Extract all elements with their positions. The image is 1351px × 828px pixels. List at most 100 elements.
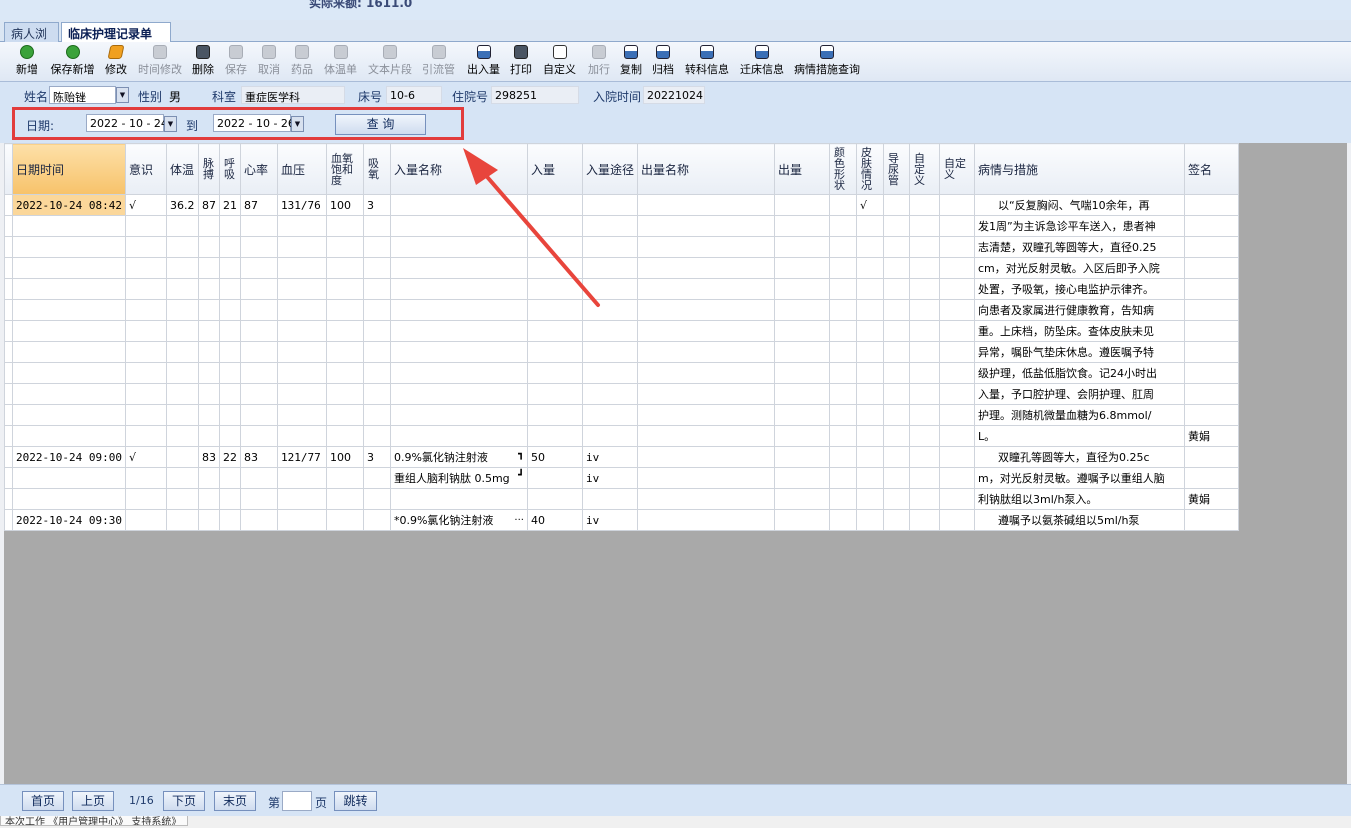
column-header[interactable]: 血压 bbox=[276, 143, 327, 195]
table-cell[interactable] bbox=[218, 257, 241, 279]
table-cell[interactable] bbox=[526, 383, 583, 405]
toolbar-button-10[interactable]: 引流管 bbox=[421, 45, 456, 79]
table-cell[interactable]: 40 bbox=[526, 509, 583, 531]
row-gutter[interactable] bbox=[4, 215, 13, 237]
table-cell[interactable] bbox=[526, 320, 583, 342]
column-header[interactable]: 心率 bbox=[239, 143, 278, 195]
column-header[interactable]: 血氧饱和度 bbox=[325, 143, 364, 195]
row-gutter[interactable] bbox=[4, 278, 13, 300]
table-cell[interactable] bbox=[197, 215, 220, 237]
toolbar-button-19[interactable]: 病情措施查询 bbox=[794, 45, 860, 79]
table-cell[interactable] bbox=[882, 320, 910, 342]
table-cell[interactable] bbox=[389, 299, 528, 321]
table-row[interactable]: cm，对光反射灵敏。入区后即予入院 bbox=[4, 257, 1239, 279]
table-cell[interactable] bbox=[908, 194, 940, 216]
table-cell[interactable] bbox=[124, 257, 167, 279]
table-cell[interactable] bbox=[325, 236, 364, 258]
table-cell[interactable] bbox=[828, 425, 857, 447]
table-cell[interactable] bbox=[828, 215, 857, 237]
table-cell[interactable] bbox=[882, 383, 910, 405]
table-cell[interactable] bbox=[12, 488, 126, 510]
table-cell[interactable] bbox=[828, 278, 857, 300]
condition-note-cell[interactable]: cm，对光反射灵敏。入区后即予入院 bbox=[973, 257, 1185, 279]
table-cell[interactable] bbox=[636, 278, 775, 300]
table-cell[interactable]: 2022-10-24 09:00 bbox=[12, 446, 126, 468]
table-cell[interactable] bbox=[218, 320, 241, 342]
toolbar-button-1[interactable]: 保存新增 bbox=[50, 45, 95, 79]
signature-cell[interactable] bbox=[1183, 194, 1239, 216]
table-cell[interactable] bbox=[855, 236, 884, 258]
table-row[interactable]: 2022-10-24 09:30... *0.9%氯化钠注射液 40 iv 遵嘱予以氨茶… bbox=[4, 509, 1239, 531]
table-cell[interactable] bbox=[165, 320, 199, 342]
table-cell[interactable] bbox=[855, 257, 884, 279]
table-cell[interactable] bbox=[636, 341, 775, 363]
table-cell[interactable] bbox=[882, 194, 910, 216]
table-cell[interactable] bbox=[908, 383, 940, 405]
table-cell[interactable] bbox=[908, 320, 940, 342]
table-cell[interactable] bbox=[773, 194, 830, 216]
table-cell[interactable] bbox=[526, 488, 583, 510]
table-cell[interactable] bbox=[526, 236, 583, 258]
toolbar-button-3[interactable]: 时间修改 bbox=[137, 45, 183, 79]
table-row[interactable]: 2022-10-24 08:42 √ 36.2 87 21 87 131/76 100 3 √ 以“… bbox=[4, 194, 1239, 216]
column-header[interactable]: 颜色形状 bbox=[828, 143, 857, 195]
toolbar-button-12[interactable]: 打印 bbox=[509, 45, 533, 79]
table-cell[interactable] bbox=[124, 341, 167, 363]
table-cell[interactable] bbox=[938, 194, 975, 216]
table-cell[interactable] bbox=[124, 467, 167, 489]
table-cell[interactable] bbox=[239, 467, 278, 489]
table-cell[interactable] bbox=[636, 467, 775, 489]
row-gutter[interactable] bbox=[4, 320, 13, 342]
toolbar-button-14[interactable]: 加行 bbox=[587, 45, 611, 79]
table-cell[interactable] bbox=[276, 488, 327, 510]
table-cell[interactable] bbox=[276, 425, 327, 447]
signature-cell[interactable] bbox=[1183, 257, 1239, 279]
table-cell[interactable] bbox=[325, 341, 364, 363]
table-cell[interactable] bbox=[526, 362, 583, 384]
row-gutter[interactable] bbox=[4, 425, 13, 447]
table-cell[interactable] bbox=[581, 257, 638, 279]
table-cell[interactable] bbox=[938, 383, 975, 405]
table-cell[interactable] bbox=[882, 488, 910, 510]
table-row[interactable]: 志清楚，双瞳孔等圆等大，直径0.25 bbox=[4, 236, 1239, 258]
condition-note-cell[interactable]: 遵嘱予以氨茶碱组以5ml/h泵 bbox=[973, 509, 1185, 531]
table-cell[interactable] bbox=[218, 362, 241, 384]
name-dropdown-icon[interactable]: ▼ bbox=[116, 87, 129, 103]
signature-cell[interactable] bbox=[1183, 404, 1239, 426]
table-cell[interactable] bbox=[325, 215, 364, 237]
table-cell[interactable] bbox=[239, 488, 278, 510]
table-cell[interactable] bbox=[636, 488, 775, 510]
table-cell[interactable] bbox=[882, 404, 910, 426]
table-cell[interactable] bbox=[197, 362, 220, 384]
table-cell[interactable] bbox=[362, 278, 391, 300]
table-cell[interactable] bbox=[855, 278, 884, 300]
table-cell[interactable] bbox=[165, 488, 199, 510]
table-cell[interactable] bbox=[855, 488, 884, 510]
table-cell[interactable] bbox=[124, 215, 167, 237]
table-cell[interactable] bbox=[581, 278, 638, 300]
table-cell[interactable] bbox=[239, 299, 278, 321]
table-cell[interactable] bbox=[124, 509, 167, 531]
table-cell[interactable] bbox=[389, 257, 528, 279]
row-gutter[interactable] bbox=[4, 362, 13, 384]
table-cell[interactable] bbox=[581, 194, 638, 216]
table-cell[interactable] bbox=[239, 341, 278, 363]
table-cell[interactable] bbox=[581, 215, 638, 237]
table-cell[interactable] bbox=[239, 404, 278, 426]
column-header[interactable]: 入量 bbox=[526, 143, 583, 195]
table-cell[interactable] bbox=[938, 320, 975, 342]
table-cell[interactable]: 36.2 bbox=[165, 194, 199, 216]
table-cell[interactable] bbox=[636, 299, 775, 321]
table-cell[interactable] bbox=[362, 488, 391, 510]
table-cell[interactable]: ┓ 0.9%氯化钠注射液 bbox=[389, 446, 528, 468]
table-cell[interactable] bbox=[325, 404, 364, 426]
table-cell[interactable] bbox=[325, 488, 364, 510]
table-cell[interactable] bbox=[938, 509, 975, 531]
table-cell[interactable] bbox=[855, 362, 884, 384]
table-cell[interactable] bbox=[636, 383, 775, 405]
condition-note-cell[interactable]: 入量，予口腔护理、会阴护理、肛周 bbox=[973, 383, 1185, 405]
table-cell[interactable] bbox=[362, 383, 391, 405]
table-cell[interactable] bbox=[636, 236, 775, 258]
table-cell[interactable] bbox=[855, 215, 884, 237]
table-cell[interactable] bbox=[12, 215, 126, 237]
